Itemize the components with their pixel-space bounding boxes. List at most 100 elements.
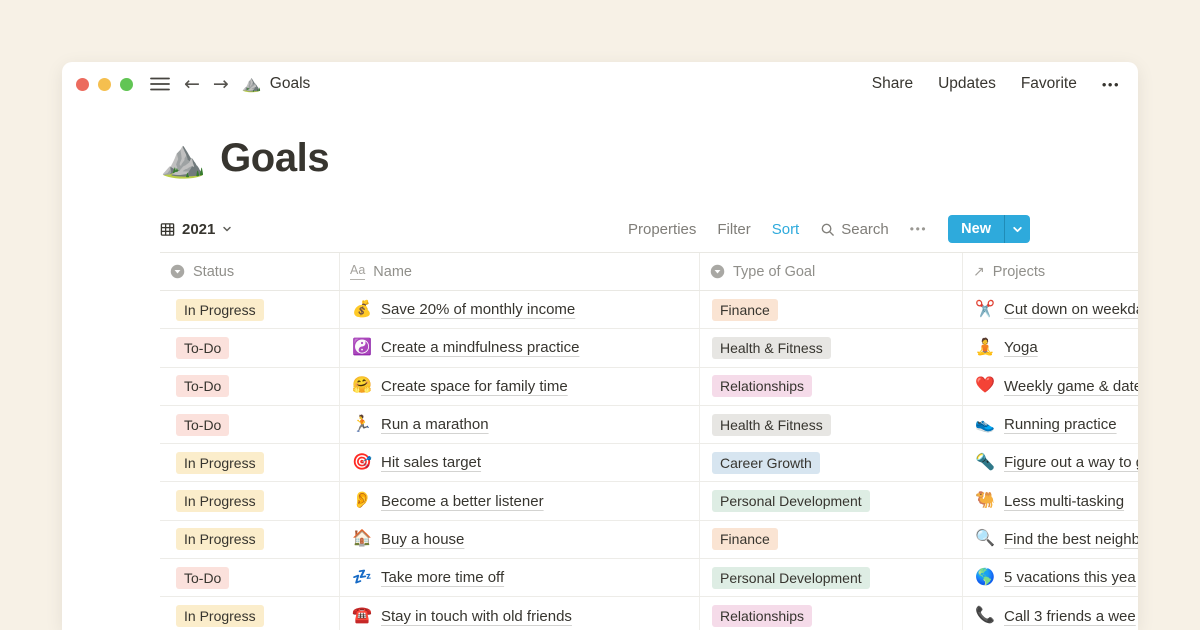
view-switcher[interactable]: 2021	[160, 221, 232, 238]
status-cell[interactable]: In Progress	[160, 521, 340, 558]
back-arrow-icon[interactable]: ←	[184, 75, 200, 94]
table-row[interactable]: To-Do 💤Take more time off Personal Develop…	[160, 559, 1138, 597]
name-cell[interactable]: 🤗Create space for family time	[340, 368, 700, 405]
goal-emoji-icon: 👂	[352, 493, 372, 509]
column-header-projects[interactable]: ↗ Projects	[963, 253, 1138, 290]
type-cell[interactable]: Finance	[700, 291, 963, 328]
status-badge: In Progress	[176, 452, 264, 474]
close-window-button[interactable]	[76, 78, 89, 91]
projects-cell[interactable]: 👟Running practice	[963, 406, 1138, 443]
view-name: 2021	[182, 221, 215, 238]
type-cell[interactable]: Health & Fitness	[700, 329, 963, 366]
status-badge: To-Do	[176, 414, 229, 436]
breadcrumb[interactable]: ⛰️ Goals	[242, 74, 310, 94]
type-badge: Personal Development	[712, 567, 870, 589]
goal-name: Take more time off	[381, 569, 504, 586]
status-cell[interactable]: To-Do	[160, 406, 340, 443]
status-badge: To-Do	[176, 567, 229, 589]
name-cell[interactable]: 🏠Buy a house	[340, 521, 700, 558]
projects-cell[interactable]: 🔍Find the best neighb	[963, 521, 1138, 558]
status-cell[interactable]: To-Do	[160, 368, 340, 405]
projects-cell[interactable]: 🌎5 vacations this yea	[963, 559, 1138, 596]
status-cell[interactable]: To-Do	[160, 329, 340, 366]
type-badge: Finance	[712, 299, 778, 321]
type-badge: Relationships	[712, 375, 812, 397]
relation-property-icon: ↗	[973, 265, 985, 279]
name-cell[interactable]: 🎯 Hit sales target	[340, 444, 700, 481]
minimize-window-button[interactable]	[98, 78, 111, 91]
more-options-icon[interactable]: •••	[1102, 77, 1120, 92]
page-title[interactable]: Goals	[220, 136, 329, 181]
filter-button[interactable]: Filter	[717, 221, 750, 238]
table-row[interactable]: In Progress 🎯 Hit sales target Career Growt…	[160, 444, 1138, 482]
type-badge: Career Growth	[712, 452, 820, 474]
type-cell[interactable]: Relationships	[700, 597, 963, 630]
new-button[interactable]: New	[948, 215, 1004, 243]
zoom-window-button[interactable]	[120, 78, 133, 91]
project-emoji-icon: 📞	[975, 608, 995, 624]
projects-cell[interactable]: ❤️Weekly game & date	[963, 368, 1138, 405]
goal-name: Stay in touch with old friends	[381, 608, 572, 625]
status-cell[interactable]: In Progress	[160, 291, 340, 328]
table-row[interactable]: In Progress ☎️ Stay in touch with old frie…	[160, 597, 1138, 630]
mountain-emoji-icon: ⛰️	[242, 74, 262, 94]
type-cell[interactable]: Career Growth	[700, 444, 963, 481]
favorite-button[interactable]: Favorite	[1021, 75, 1077, 93]
name-cell[interactable]: ☯️Create a mindfulness practice	[340, 329, 700, 366]
type-cell[interactable]: Personal Development	[700, 559, 963, 596]
goal-emoji-icon: 🎯	[352, 455, 372, 471]
goal-emoji-icon: 💰	[352, 302, 372, 318]
name-cell[interactable]: ☎️ Stay in touch with old friends	[340, 597, 700, 630]
project-emoji-icon: 🌎	[975, 570, 995, 586]
page-icon-mountain-emoji[interactable]: ⛰️	[160, 140, 206, 177]
sidebar-menu-icon[interactable]	[150, 76, 170, 92]
name-cell[interactable]: 🏃Run a marathon	[340, 406, 700, 443]
column-header-status[interactable]: Status	[160, 253, 340, 290]
search-label: Search	[841, 221, 889, 238]
projects-cell[interactable]: 🔦Figure out a way to g	[963, 444, 1138, 481]
projects-cell[interactable]: 🐫Less multi-tasking	[963, 482, 1138, 519]
projects-cell[interactable]: 🧘Yoga	[963, 329, 1138, 366]
projects-cell[interactable]: ✂️Cut down on weekda	[963, 291, 1138, 328]
project-name: Find the best neighb	[1004, 531, 1138, 548]
column-header-type-of-goal[interactable]: Type of Goal	[700, 253, 963, 290]
project-name: Figure out a way to g	[1004, 454, 1138, 471]
table-row[interactable]: To-Do ☯️Create a mindfulness practiceHeal…	[160, 329, 1138, 367]
project-name: Less multi-tasking	[1004, 493, 1124, 510]
goal-name: Run a marathon	[381, 416, 489, 433]
table-row[interactable]: To-Do🤗Create space for family time Relati…	[160, 368, 1138, 406]
table-row[interactable]: In Progress🏠Buy a houseFinance🔍Find the …	[160, 521, 1138, 559]
status-cell[interactable]: In Progress	[160, 597, 340, 630]
toolbar-more-icon[interactable]: •••	[910, 222, 927, 236]
status-cell[interactable]: In Progress	[160, 482, 340, 519]
type-cell[interactable]: Personal Development	[700, 482, 963, 519]
table-row[interactable]: To-Do 🏃Run a marathonHealth & Fitness👟Run…	[160, 406, 1138, 444]
type-cell[interactable]: Relationships	[700, 368, 963, 405]
column-label: Name	[373, 264, 412, 280]
title-property-icon: Aa	[350, 263, 365, 279]
status-badge: To-Do	[176, 337, 229, 359]
goal-name: Hit sales target	[381, 454, 481, 471]
name-cell[interactable]: 👂Become a better listener	[340, 482, 700, 519]
type-cell[interactable]: Finance	[700, 521, 963, 558]
column-header-name[interactable]: Aa Name	[340, 253, 700, 290]
status-cell[interactable]: To-Do	[160, 559, 340, 596]
toolbar-menu: Properties Filter Sort Search ••• New	[628, 215, 1030, 243]
forward-arrow-icon[interactable]: →	[213, 75, 229, 94]
goal-emoji-icon: ☎️	[352, 608, 372, 624]
projects-cell[interactable]: 📞Call 3 friends a wee	[963, 597, 1138, 630]
sort-button[interactable]: Sort	[772, 221, 800, 238]
table-row[interactable]: In Progress👂Become a better listenerPers…	[160, 482, 1138, 520]
table-row[interactable]: In Progress💰Save 20% of monthly income Fi…	[160, 291, 1138, 329]
search-button[interactable]: Search	[820, 221, 889, 238]
project-name: Yoga	[1004, 339, 1038, 356]
updates-button[interactable]: Updates	[938, 75, 996, 93]
status-cell[interactable]: In Progress	[160, 444, 340, 481]
new-dropdown-button[interactable]	[1004, 215, 1030, 243]
name-cell[interactable]: 💰Save 20% of monthly income	[340, 291, 700, 328]
properties-button[interactable]: Properties	[628, 221, 696, 238]
name-cell[interactable]: 💤Take more time off	[340, 559, 700, 596]
share-button[interactable]: Share	[872, 75, 913, 93]
breadcrumb-label: Goals	[270, 75, 311, 93]
type-cell[interactable]: Health & Fitness	[700, 406, 963, 443]
